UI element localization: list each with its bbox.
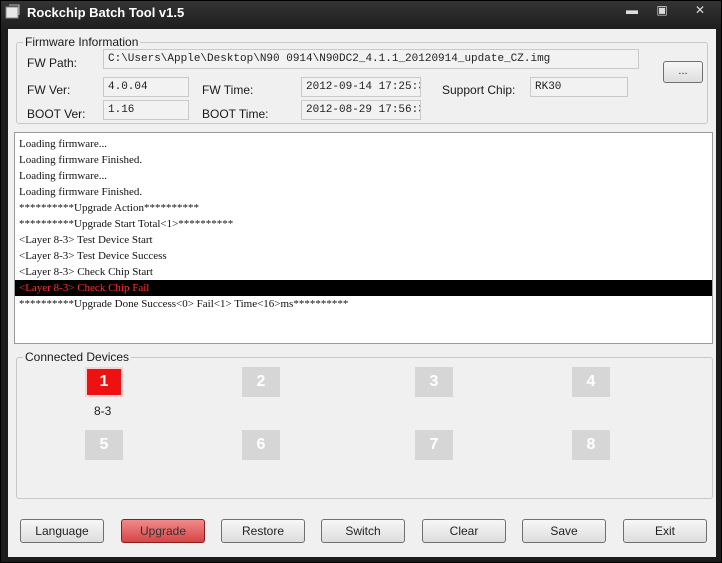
fw-path-label: FW Path: — [27, 56, 78, 70]
log-list[interactable]: Loading firmware... Loading firmware Fin… — [14, 132, 713, 344]
switch-button[interactable]: Switch — [321, 519, 405, 543]
log-line[interactable]: **********Upgrade Start Total<1>********… — [15, 216, 712, 232]
device-slot-5[interactable]: 5 — [85, 430, 123, 460]
device-slot-2[interactable]: 2 — [242, 367, 280, 397]
boot-time-field: 2012-08-29 17:56:38 — [301, 100, 421, 120]
app-icon — [5, 4, 20, 19]
firmware-info-title: Firmware Information — [23, 35, 141, 49]
maximize-button[interactable]: ▣ — [646, 1, 678, 19]
close-button[interactable]: ✕ — [683, 1, 717, 19]
window-title: Rockchip Batch Tool v1.5 — [27, 5, 185, 20]
exit-button[interactable]: Exit — [623, 519, 707, 543]
fw-time-label: FW Time: — [202, 83, 254, 97]
device-layer-label: 8-3 — [94, 404, 112, 418]
log-line[interactable]: Loading firmware... — [15, 136, 712, 152]
client-area: Firmware Information FW Path: C:\Users\A… — [8, 29, 716, 557]
fw-time-field: 2012-09-14 17:25:37 — [301, 77, 421, 97]
log-line[interactable]: <Layer 8-3> Test Device Success — [15, 248, 712, 264]
log-line[interactable]: <Layer 8-3> Test Device Start — [15, 232, 712, 248]
restore-button[interactable]: Restore — [221, 519, 305, 543]
fw-ver-field: 4.0.04 — [103, 77, 189, 97]
language-button[interactable]: Language — [20, 519, 104, 543]
log-line-selected[interactable]: <Layer 8-3> Check Chip Fail — [15, 280, 712, 296]
upgrade-button[interactable]: Upgrade — [121, 519, 205, 543]
app-window: Rockchip Batch Tool v1.5 ▬ ▣ ✕ Firmware … — [0, 0, 722, 563]
support-chip-field: RK30 — [530, 77, 628, 97]
boot-time-label: BOOT Time: — [202, 107, 269, 121]
save-button[interactable]: Save — [522, 519, 606, 543]
fw-path-field[interactable]: C:\Users\Apple\Desktop\N90 0914\N90DC2_4… — [103, 49, 639, 69]
firmware-info-group: Firmware Information FW Path: C:\Users\A… — [16, 35, 708, 124]
log-line[interactable]: <Layer 8-3> Check Chip Start — [15, 264, 712, 280]
log-line[interactable]: Loading firmware Finished. — [15, 184, 712, 200]
title-bar[interactable]: Rockchip Batch Tool v1.5 ▬ ▣ ✕ — [1, 1, 721, 25]
connected-devices-title: Connected Devices — [23, 350, 132, 364]
log-line[interactable]: **********Upgrade Done Success<0> Fail<1… — [15, 296, 712, 312]
log-line[interactable]: **********Upgrade Action********** — [15, 200, 712, 216]
device-slot-8[interactable]: 8 — [572, 430, 610, 460]
support-chip-label: Support Chip: — [442, 83, 516, 97]
fw-ver-label: FW Ver: — [27, 83, 71, 97]
minimize-button[interactable]: ▬ — [616, 1, 648, 19]
boot-ver-field: 1.16 — [103, 100, 189, 120]
device-slot-3[interactable]: 3 — [415, 367, 453, 397]
log-line[interactable]: Loading firmware Finished. — [15, 152, 712, 168]
boot-ver-label: BOOT Ver: — [27, 107, 86, 121]
clear-button[interactable]: Clear — [422, 519, 506, 543]
device-slot-7[interactable]: 7 — [415, 430, 453, 460]
log-line[interactable]: Loading firmware... — [15, 168, 712, 184]
browse-button[interactable]: ... — [663, 61, 703, 83]
connected-devices-group: Connected Devices 1 8-3 2 3 4 5 6 7 8 — [16, 350, 713, 499]
device-slot-1[interactable]: 1 — [85, 367, 123, 397]
device-slot-4[interactable]: 4 — [572, 367, 610, 397]
device-slot-6[interactable]: 6 — [242, 430, 280, 460]
